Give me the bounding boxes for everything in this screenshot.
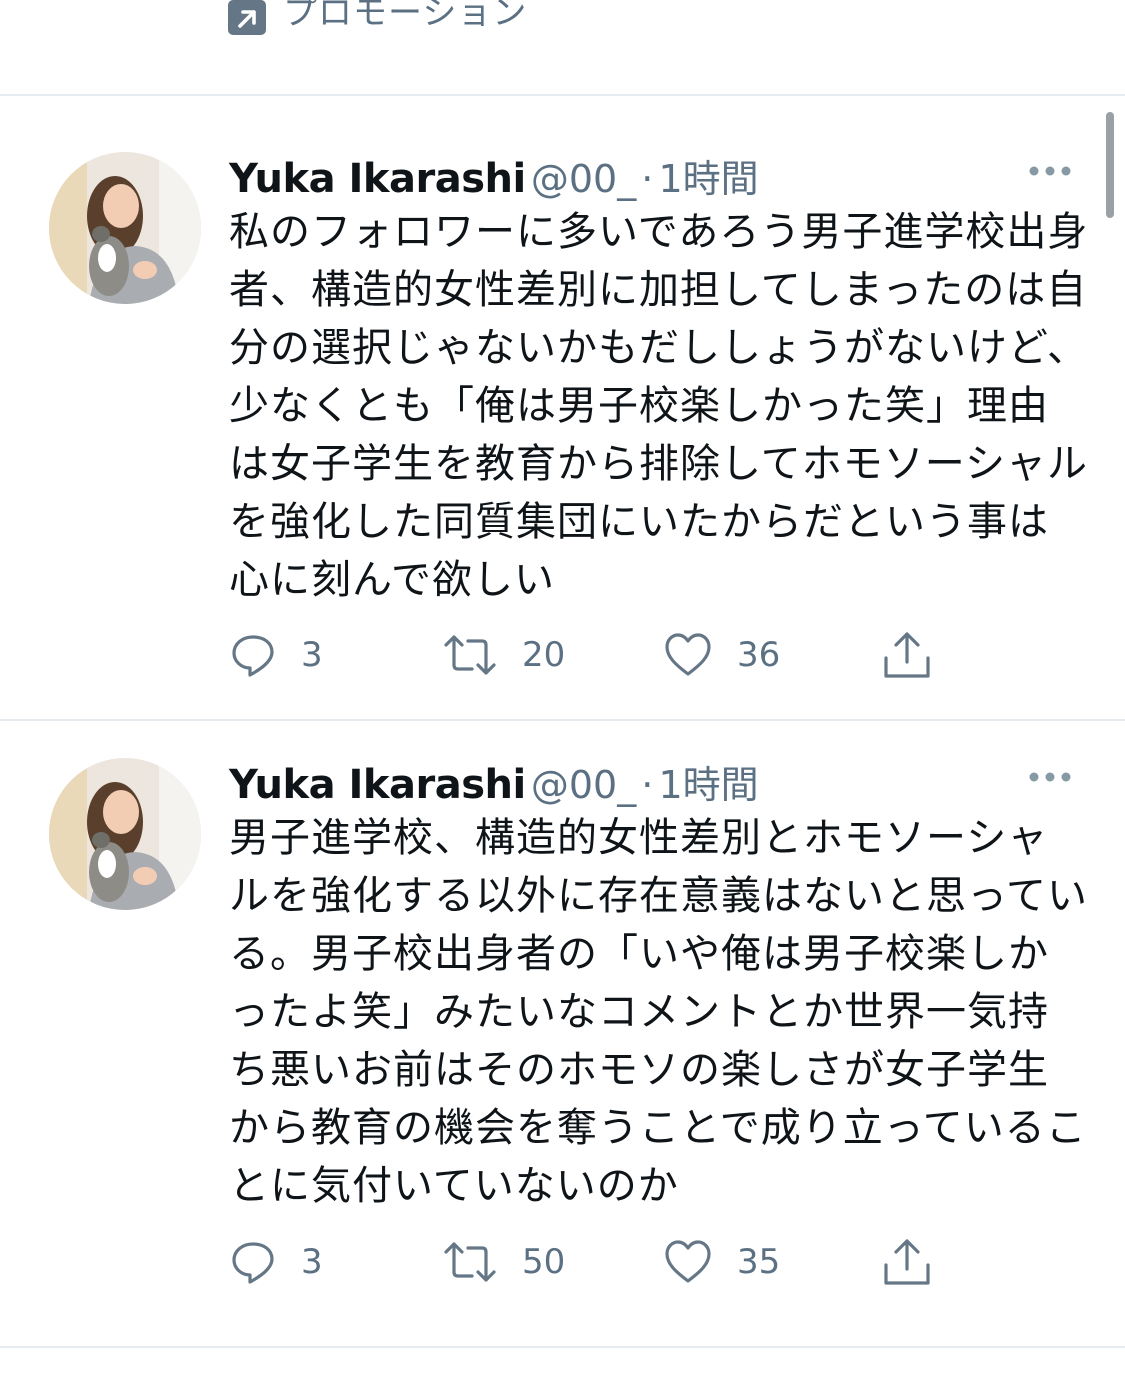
tweet-header: Yuka Ikarashi @00_ · 1時間 xyxy=(229,754,759,810)
tweet-text: 私のフォロワーに多いであろう男子進学校出身者、構造的女性差別に加担してしまったの… xyxy=(229,209,1089,603)
tweet-header: Yuka Ikarashi @00_ · 1時間 xyxy=(229,148,759,204)
retweet-count: 20 xyxy=(522,635,566,675)
separator-dot: · xyxy=(641,763,654,807)
reply-count: 3 xyxy=(301,1242,323,1282)
promoted-arrow-icon xyxy=(228,0,266,35)
retweet-count: 50 xyxy=(522,1242,566,1282)
reply-button[interactable]: 3 xyxy=(229,1236,323,1288)
more-options-icon[interactable] xyxy=(1027,164,1073,178)
tweet-actions: 3 50 35 xyxy=(229,1236,939,1288)
like-button[interactable]: 36 xyxy=(663,629,780,681)
timestamp[interactable]: 1時間 xyxy=(658,157,758,201)
tweet-text: 男子進学校、構造的女性差別とホモソーシャルを強化する以外に存在意義はないと思って… xyxy=(229,815,1088,1209)
like-count: 36 xyxy=(737,635,781,675)
retweet-button[interactable]: 20 xyxy=(442,629,565,681)
like-button[interactable]: 35 xyxy=(663,1236,780,1288)
share-icon xyxy=(884,632,930,678)
share-button[interactable] xyxy=(881,629,933,681)
tweet-actions: 3 20 36 xyxy=(229,629,939,681)
reply-button[interactable]: 3 xyxy=(229,629,323,681)
share-icon xyxy=(884,1239,930,1285)
tweet[interactable]: Yuka Ikarashi @00_ · 1時間 私のフォロワーに多いであろう男… xyxy=(0,96,1125,720)
more-options-icon[interactable] xyxy=(1027,770,1073,784)
retweet-icon xyxy=(444,635,496,675)
avatar[interactable] xyxy=(49,758,201,910)
promotion-row: プロモーション xyxy=(0,0,1125,95)
display-name[interactable]: Yuka Ikarashi xyxy=(229,762,526,808)
timestamp[interactable]: 1時間 xyxy=(658,763,758,807)
display-name[interactable]: Yuka Ikarashi xyxy=(229,156,526,202)
user-handle[interactable]: @00_ xyxy=(531,763,636,807)
share-button[interactable] xyxy=(881,1236,933,1288)
user-handle[interactable]: @00_ xyxy=(531,157,636,201)
retweet-icon xyxy=(444,1242,496,1282)
heart-icon xyxy=(665,1240,711,1283)
heart-icon xyxy=(665,633,711,676)
reply-icon xyxy=(232,635,274,677)
divider xyxy=(0,1346,1125,1348)
like-count: 35 xyxy=(737,1242,781,1282)
promotion-label: プロモーション xyxy=(283,0,528,33)
reply-icon xyxy=(232,1242,274,1284)
tweet[interactable]: Yuka Ikarashi @00_ · 1時間 男子進学校、構造的女性差別とホ… xyxy=(0,721,1125,1347)
avatar[interactable] xyxy=(49,152,201,304)
separator-dot: · xyxy=(641,157,654,201)
reply-count: 3 xyxy=(301,635,323,675)
retweet-button[interactable]: 50 xyxy=(442,1236,565,1288)
